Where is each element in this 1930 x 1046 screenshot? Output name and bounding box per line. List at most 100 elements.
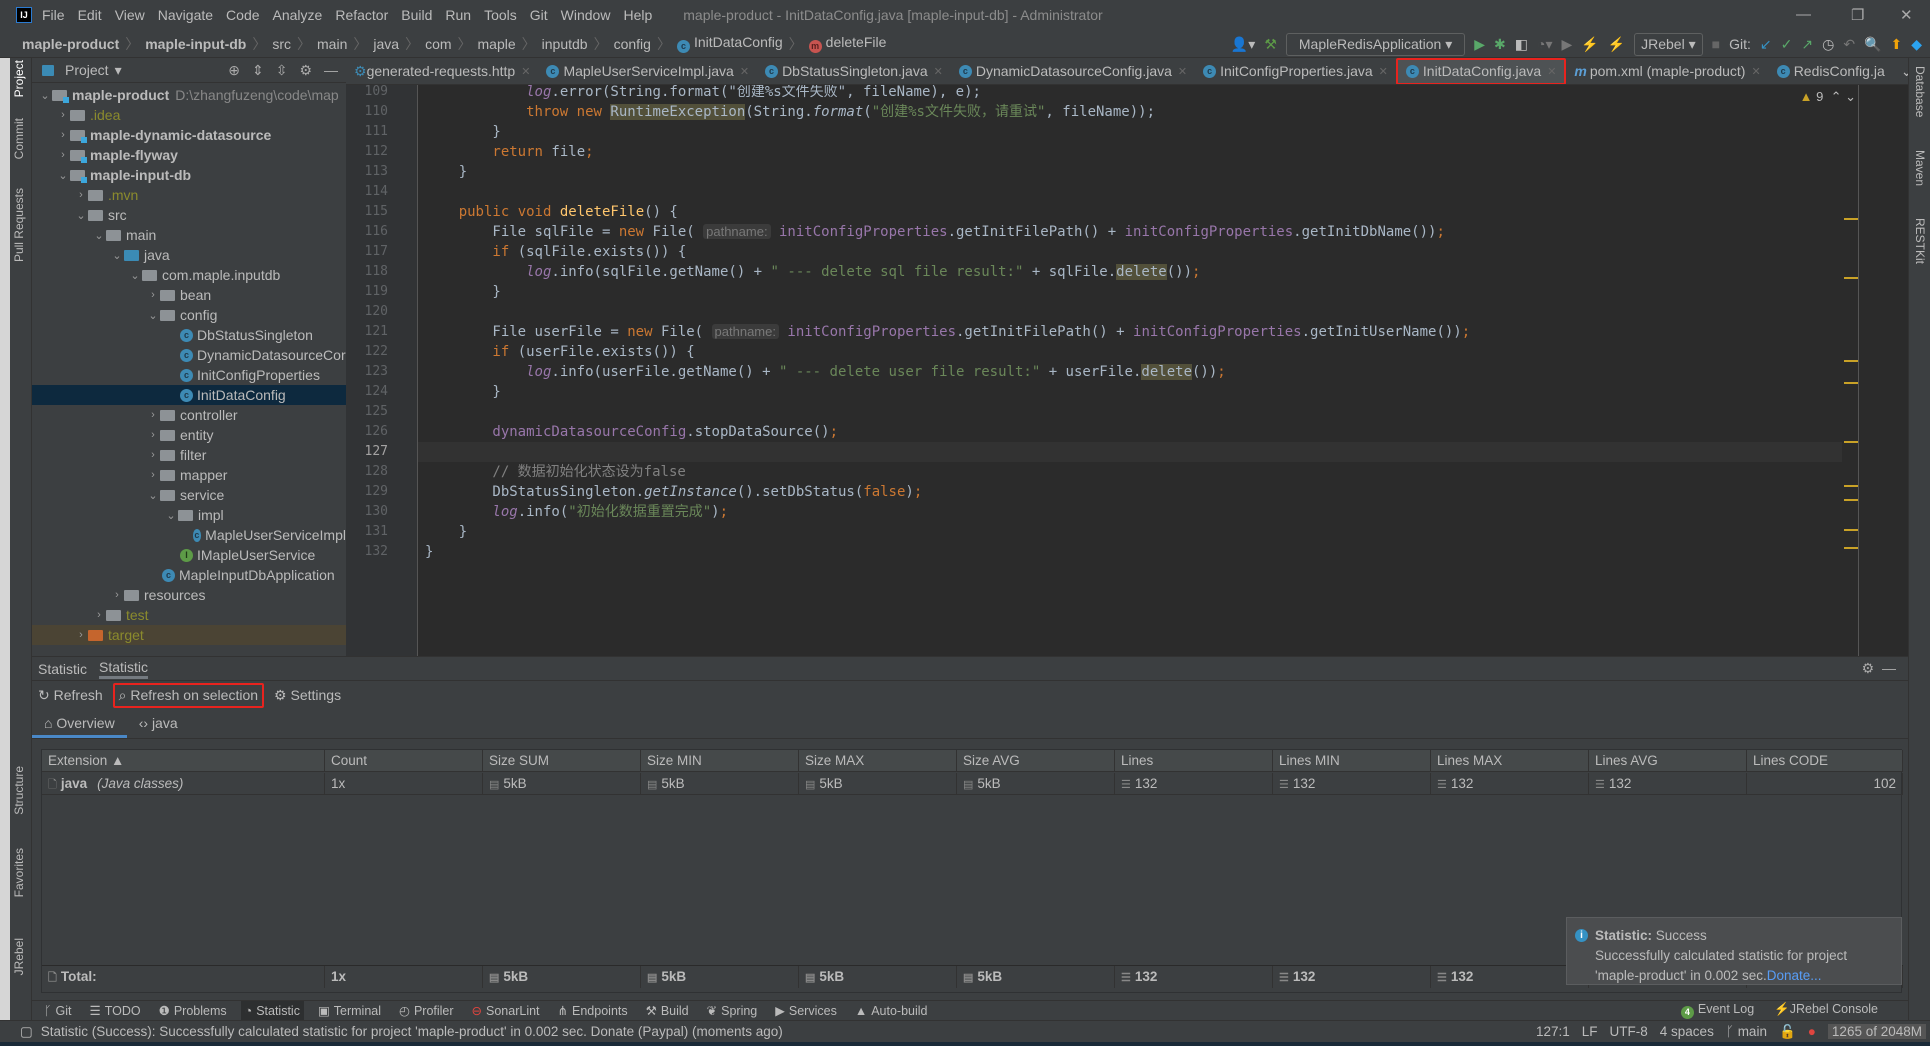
profile-icon[interactable]: ◔▾: [1537, 36, 1552, 53]
inspection-widget[interactable]: ▲ 9 ⌃ ⌄: [1800, 89, 1856, 105]
tool-restkit[interactable]: RESTKit: [1913, 218, 1927, 264]
tool-window-terminal[interactable]: ▣ Terminal: [314, 1001, 385, 1021]
tool-window-git[interactable]: ᚴ Git: [40, 1001, 76, 1021]
menu-code[interactable]: Code: [226, 7, 259, 23]
chevron-down-icon[interactable]: ⌄: [146, 309, 160, 322]
close-tab-icon[interactable]: ✕: [740, 65, 749, 78]
tool-maven[interactable]: Maven: [1913, 150, 1927, 186]
gear-icon[interactable]: ⚙: [299, 62, 312, 79]
expand-all-icon[interactable]: ⇕: [252, 62, 264, 79]
breadcrumb-item[interactable]: maple-input-db: [145, 36, 246, 52]
warning-stripe[interactable]: [1844, 218, 1858, 220]
chevron-down-icon[interactable]: ⌄: [38, 89, 52, 102]
chevron-right-icon[interactable]: ›: [74, 189, 88, 201]
chevron-down-icon[interactable]: ⌄: [146, 489, 160, 502]
chevron-right-icon[interactable]: ›: [56, 149, 70, 161]
restore-button[interactable]: ❐: [1851, 6, 1864, 24]
menu-window[interactable]: Window: [561, 7, 611, 23]
hide-icon[interactable]: —: [324, 62, 338, 79]
donate-link[interactable]: Donate...: [1767, 968, 1822, 983]
breadcrumb-item[interactable]: maple-product: [22, 36, 119, 52]
tool-window-sonarlint[interactable]: ⊖ SonarLint: [468, 1001, 544, 1021]
git-commit-icon[interactable]: ✓: [1781, 36, 1793, 53]
chevron-right-icon[interactable]: ›: [110, 589, 124, 601]
warning-stripe[interactable]: [1844, 360, 1858, 362]
menu-run[interactable]: Run: [445, 7, 471, 23]
hide-icon[interactable]: —: [1882, 660, 1896, 676]
editor-tab[interactable]: c DbStatusSingleton.java ✕: [757, 58, 951, 84]
menu-file[interactable]: File: [42, 7, 65, 23]
user-icon[interactable]: 👤▾: [1231, 36, 1255, 53]
menu-tools[interactable]: Tools: [484, 7, 517, 23]
toolbox-icon[interactable]: ◆: [1911, 36, 1922, 53]
menu-navigate[interactable]: Navigate: [158, 7, 213, 23]
tree-item[interactable]: › entity: [32, 425, 346, 445]
chevron-down-icon[interactable]: ⌄: [164, 509, 178, 522]
breadcrumb-item[interactable]: maple: [478, 36, 516, 52]
close-tab-icon[interactable]: ✕: [1379, 65, 1388, 78]
stop-icon[interactable]: ▶: [1561, 36, 1572, 53]
warning-stripe[interactable]: [1844, 529, 1858, 531]
tree-item[interactable]: c MapleUserServiceImpl: [32, 525, 346, 545]
menu-git[interactable]: Git: [530, 7, 548, 23]
tree-item[interactable]: › maple-dynamic-datasource: [32, 125, 346, 145]
menu-refactor[interactable]: Refactor: [335, 7, 388, 23]
editor-tab[interactable]: ⚙ generated-requests.http ✕: [346, 58, 538, 84]
project-view-select[interactable]: Project: [65, 62, 109, 78]
tree-item[interactable]: ⌄ src: [32, 205, 346, 225]
breadcrumb-item[interactable]: c InitDataConfig: [676, 34, 783, 53]
tool-favorites[interactable]: Favorites: [12, 848, 26, 897]
tabs-overflow-icon[interactable]: ⌄: [1893, 63, 1908, 80]
tool-window-profiler[interactable]: ◴ Profiler: [395, 1001, 458, 1021]
warning-stripe[interactable]: [1844, 547, 1858, 549]
settings-button[interactable]: ⚙ Settings: [274, 687, 341, 704]
refresh-button[interactable]: ↻ Refresh: [38, 687, 103, 704]
tool-pull-requests[interactable]: Pull Requests: [12, 188, 26, 262]
chevron-right-icon[interactable]: ›: [146, 289, 160, 301]
chevron-down-icon[interactable]: ⌄: [110, 249, 124, 262]
tree-item[interactable]: c MapleInputDbApplication: [32, 565, 346, 585]
memory-indicator[interactable]: 1265 of 2048M: [1827, 1024, 1926, 1039]
warning-stripe[interactable]: [1844, 441, 1858, 443]
editor-tab[interactable]: c RedisConfig.ja: [1769, 58, 1893, 84]
event-log-button[interactable]: 4 Event Log: [1680, 1002, 1754, 1019]
notification-balloon[interactable]: i Statistic: Success Successfully calcul…: [1566, 917, 1902, 985]
breadcrumb-item[interactable]: main: [317, 36, 347, 52]
git-branch[interactable]: ᚴ main: [1726, 1024, 1767, 1039]
jrebel-console-button[interactable]: ⚡JRebel Console: [1774, 1002, 1878, 1019]
chevron-right-icon[interactable]: ›: [74, 629, 88, 641]
close-tab-icon[interactable]: ✕: [521, 65, 530, 78]
editor-tab[interactable]: m pom.xml (maple-product) ✕: [1566, 58, 1768, 84]
tool-window-spring[interactable]: ❦ Spring: [703, 1001, 762, 1021]
menu-view[interactable]: View: [115, 7, 145, 23]
locate-icon[interactable]: ⊕: [228, 62, 240, 79]
tab-java[interactable]: ‹› java: [127, 715, 190, 738]
breadcrumb-item[interactable]: src: [272, 36, 291, 52]
close-tab-icon[interactable]: ✕: [934, 65, 943, 78]
toggle-tool-windows-icon[interactable]: ▢: [20, 1024, 33, 1040]
minimap[interactable]: [1858, 85, 1908, 656]
tree-item[interactable]: › target: [32, 625, 346, 645]
tree-item[interactable]: ⌄ java: [32, 245, 346, 265]
tree-item[interactable]: ⌄ impl: [32, 505, 346, 525]
tree-item[interactable]: ⌄ com.maple.inputdb: [32, 265, 346, 285]
chevron-right-icon[interactable]: ›: [146, 449, 160, 461]
debug-icon[interactable]: ✱: [1494, 36, 1506, 53]
jrebel-select[interactable]: JRebel ▾: [1634, 32, 1703, 56]
chevron-right-icon[interactable]: ›: [146, 429, 160, 441]
chevron-down-icon[interactable]: ⌄: [128, 269, 142, 282]
tool-window-services[interactable]: ▶ Services: [771, 1001, 841, 1021]
tree-item[interactable]: › controller: [32, 405, 346, 425]
chevron-down-icon[interactable]: ⌄: [74, 209, 88, 222]
gear-icon[interactable]: ⚙: [1862, 660, 1875, 676]
tree-item[interactable]: › bean: [32, 285, 346, 305]
tool-jrebel[interactable]: JRebel: [12, 938, 26, 975]
tree-item[interactable]: c DynamicDatasourceCor: [32, 345, 346, 365]
jrebel-run-icon[interactable]: ⚡: [1581, 36, 1598, 53]
tree-item[interactable]: c InitConfigProperties: [32, 365, 346, 385]
warning-stripe[interactable]: [1844, 499, 1858, 501]
status-message[interactable]: Statistic (Success): Successfully calcul…: [41, 1024, 783, 1039]
indent-setting[interactable]: 4 spaces: [1660, 1024, 1714, 1039]
tab-overview[interactable]: ⌂ Overview: [32, 715, 127, 738]
refresh-on-selection-button[interactable]: ⌕ Refresh on selection: [112, 682, 265, 708]
